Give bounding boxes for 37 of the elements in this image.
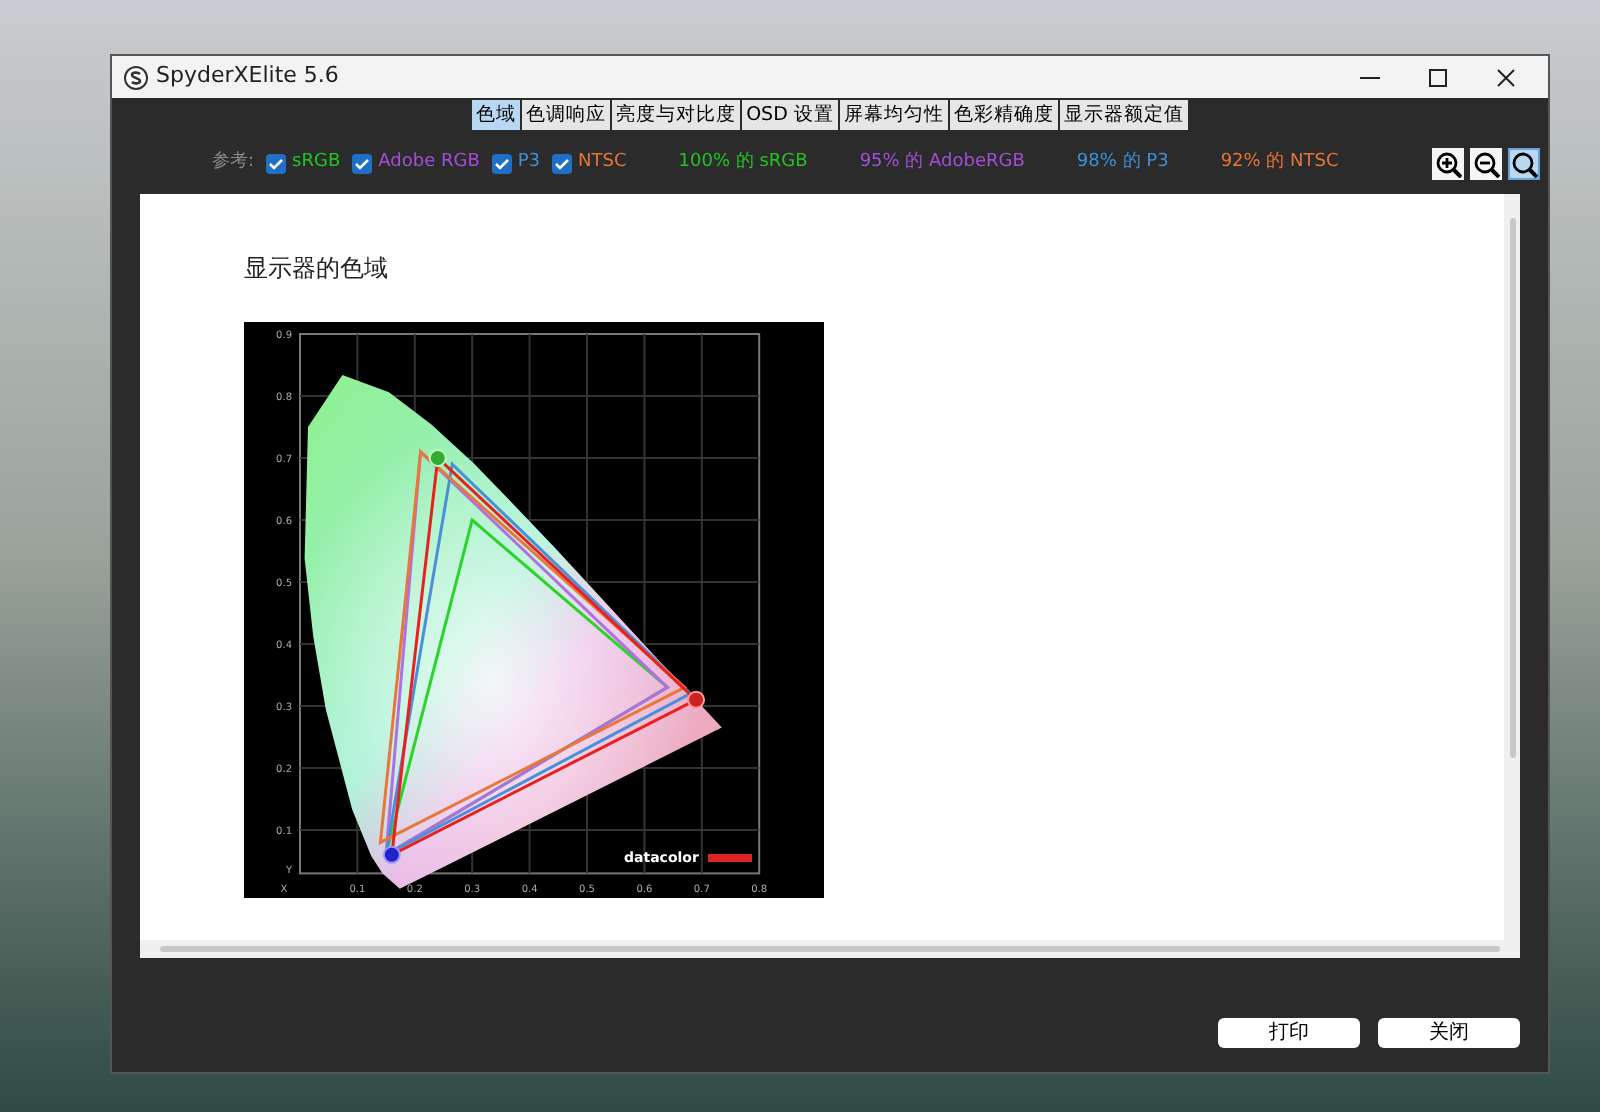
- reference-option-label: Adobe RGB: [378, 150, 480, 177]
- coverage-value: 95% 的 AdobeRGB: [859, 150, 1025, 177]
- reference-option-label: sRGB: [292, 150, 341, 177]
- zoom-button[interactable]: [1432, 148, 1464, 180]
- checkbox[interactable]: [552, 154, 573, 174]
- tab[interactable]: 色域: [472, 100, 521, 130]
- vertical-scrollbar[interactable]: [1504, 194, 1520, 940]
- window-title: SpyderXElite 5.6: [156, 60, 339, 93]
- tab[interactable]: 屏幕均匀性: [839, 100, 948, 130]
- dialog-button[interactable]: 打印: [1218, 1018, 1360, 1048]
- search-icon: [1510, 150, 1538, 178]
- tab[interactable]: 显示器额定值: [1059, 100, 1188, 130]
- coverage-value: 92% 的 NTSC: [1220, 150, 1339, 177]
- dialog-button[interactable]: 关闭: [1378, 1018, 1520, 1048]
- reference-option-label: NTSC: [578, 150, 627, 177]
- tab[interactable]: 色彩精确度: [949, 100, 1058, 130]
- checkbox[interactable]: [491, 154, 512, 174]
- reference-label: 参考:: [212, 150, 255, 177]
- zoom-out-icon: [1472, 150, 1500, 178]
- logo-bar: [708, 854, 752, 862]
- tab[interactable]: 色调响应: [522, 100, 611, 130]
- zoom-in-icon: [1434, 150, 1462, 178]
- checkbox[interactable]: [266, 154, 287, 174]
- app-logo-icon: [124, 65, 148, 89]
- primary-point: [687, 690, 706, 709]
- tab[interactable]: 亮度与对比度: [612, 100, 741, 130]
- reference-option-label: P3: [517, 150, 541, 177]
- report-title: 显示器的色域: [244, 252, 390, 286]
- primary-point: [428, 449, 447, 467]
- horizontal-scrollbar[interactable]: [140, 940, 1520, 958]
- primary-point: [382, 845, 401, 864]
- checkbox[interactable]: [352, 154, 373, 174]
- zoom-button[interactable]: [1508, 148, 1540, 180]
- coverage-value: 100% 的 sRGB: [678, 150, 808, 177]
- tab[interactable]: OSD 设置: [742, 100, 838, 130]
- coverage-value: 98% 的 P3: [1076, 150, 1169, 177]
- zoom-button[interactable]: [1470, 148, 1502, 180]
